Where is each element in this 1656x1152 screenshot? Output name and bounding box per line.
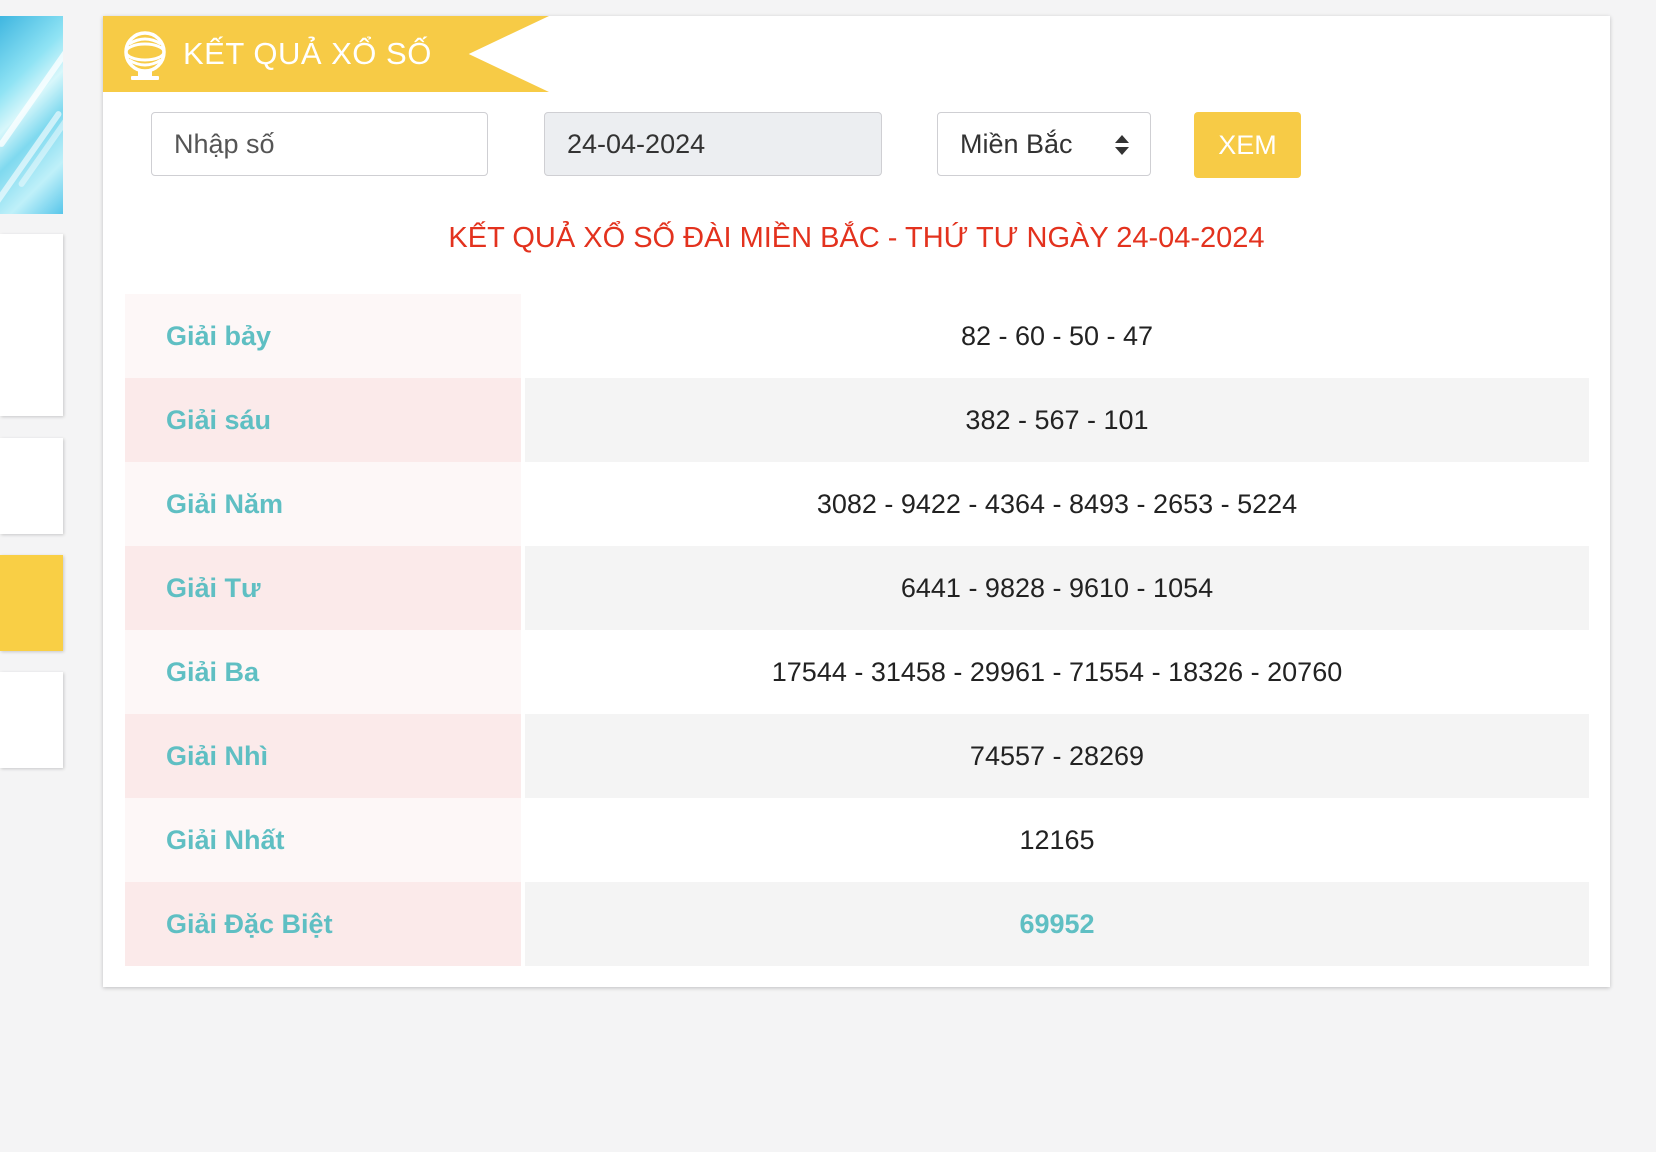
table-row: Giải Nhì 74557 - 28269 [125,714,1589,798]
select-arrows-icon [1114,133,1130,157]
table-row-special-prize: Giải Đặc Biệt 69952 [125,882,1589,966]
prize-label: Giải Nhì [125,714,521,798]
sidebar-card[interactable] [0,672,63,768]
prize-numbers: 6441 - 9828 - 9610 - 1054 [525,546,1589,630]
prize-numbers: 12165 [525,798,1589,882]
view-results-button[interactable]: XEM [1194,112,1301,178]
prize-label: Giải Năm [125,462,521,546]
prize-numbers: 82 - 60 - 50 - 47 [525,294,1589,378]
sidebar-card-active[interactable] [0,555,63,651]
search-controls: Miền Bắc XEM [103,112,1610,180]
prize-label: Giải bảy [125,294,521,378]
table-row: Giải Nhất 12165 [125,798,1589,882]
sidebar-card[interactable] [0,438,63,534]
prize-label: Giải Nhất [125,798,521,882]
sidebar-card[interactable] [0,234,63,416]
prize-numbers: 382 - 567 - 101 [525,378,1589,462]
prize-numbers: 17544 - 31458 - 29961 - 71554 - 18326 - … [525,630,1589,714]
region-select[interactable]: Miền Bắc [937,112,1151,176]
result-heading: KẾT QUẢ XỔ SỐ ĐÀI MIỀN BẮC - THỨ TƯ NGÀY… [448,222,1265,254]
table-row: Giải Tư 6441 - 9828 - 9610 - 1054 [125,546,1589,630]
table-row: Giải Năm 3082 - 9422 - 4364 - 8493 - 265… [125,462,1589,546]
table-row: Giải Ba 17544 - 31458 - 29961 - 71554 - … [125,630,1589,714]
lottery-results-panel: KẾT QUẢ XỔ SỐ Miền Bắc XEM KẾT QUẢ XỔ SỐ… [103,16,1610,987]
prize-label: Giải Ba [125,630,521,714]
prize-numbers: 3082 - 9422 - 4364 - 8493 - 2653 - 5224 [525,462,1589,546]
lottery-globe-icon [117,26,173,82]
special-prize-number: 69952 [525,882,1589,966]
prize-label: Giải Tư [125,546,521,630]
panel-title: KẾT QUẢ XỔ SỐ [183,36,432,71]
region-select-value: Miền Bắc [960,128,1073,159]
prize-label: Giải sáu [125,378,521,462]
number-search-input[interactable] [151,112,488,176]
date-input[interactable] [544,112,882,176]
table-row: Giải sáu 382 - 567 - 101 [125,378,1589,462]
panel-header-ribbon: KẾT QUẢ XỔ SỐ [103,16,549,92]
sidebar-banner-image[interactable] [0,16,63,214]
prize-numbers: 74557 - 28269 [525,714,1589,798]
prize-label: Giải Đặc Biệt [125,882,521,966]
prize-table: Giải bảy 82 - 60 - 50 - 47 Giải sáu 382 … [125,294,1589,966]
table-row: Giải bảy 82 - 60 - 50 - 47 [125,294,1589,378]
